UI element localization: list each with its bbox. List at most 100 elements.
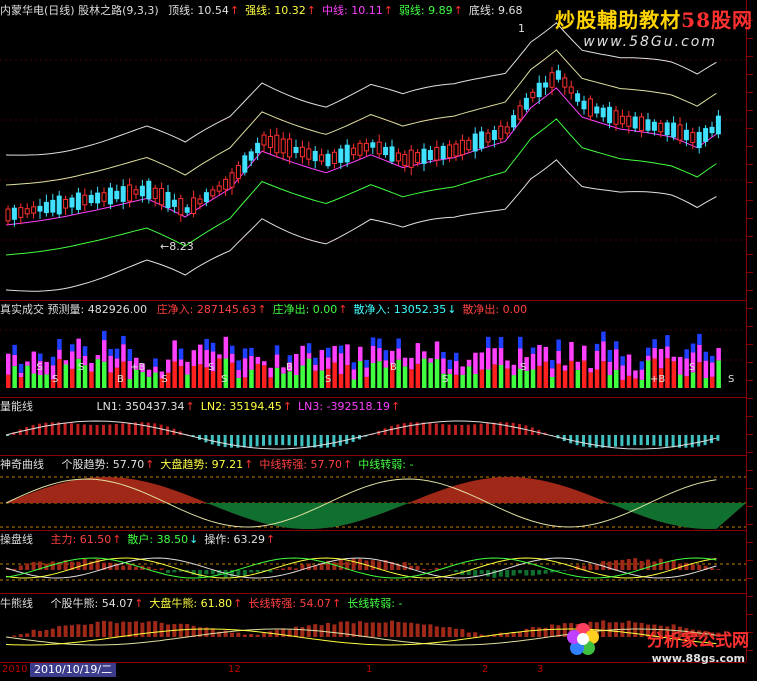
energy-bar [409,422,412,435]
volume-signal-label: S [689,362,695,373]
candle-body [166,192,170,207]
energy-bar [326,435,329,448]
candle-body [153,188,157,198]
trade-bar [716,569,720,570]
volume-bar [710,377,715,388]
volume-bar [108,349,113,356]
trade-bar [627,559,631,570]
candle-body [256,143,260,152]
volume-bar [467,366,472,388]
volume-bar [38,354,43,361]
trade-panel[interactable]: 操盘线 主力: 61.50↑散户: 38.50↓操作: 63.29↑ [0,530,757,593]
volume-bar [697,345,702,362]
axis-tick [747,362,753,363]
candle-body [403,155,407,166]
watermark-top-text: 炒股輔助教材 [555,8,681,32]
trade-bar [32,562,36,570]
energy-bar [633,435,636,445]
trade-bar [288,567,292,570]
bull-bar [160,623,164,637]
curve-title: 神奇曲线 [0,458,44,471]
volume-bar [704,378,709,388]
volume-bar [441,352,446,359]
candle-body [121,187,125,202]
candle-body [710,127,714,132]
trade-value-2: 操作: 63.29 [204,533,265,546]
energy-bar [396,424,399,435]
trade-value-1: 散户: 38.50 [127,533,188,546]
bull-panel[interactable]: 牛熊线 个股牛熊: 54.07↑大盘牛熊: 61.80↑长线转强: 54.07↑… [0,593,757,662]
volume-bar [371,337,376,345]
bull-bar [460,629,464,637]
volume-bar [358,347,363,361]
curve-arrow-0: ↑ [145,458,154,471]
energy-bar [320,435,323,448]
energy-bar [204,435,207,442]
axis-tick [747,416,753,417]
candle-body [243,156,247,172]
energy-panel[interactable]: 量能线 LN1: 350437.34↑LN2: 35194.45↑LN3: -3… [0,397,757,455]
main-arrow-2: ↑ [384,4,393,17]
main-arrow-0: ↑ [230,4,239,17]
trade-bar [422,569,426,570]
candle-body [204,193,208,202]
candle-body [364,143,368,151]
volume-signal-label: S [78,362,84,373]
volume-panel[interactable]: SSSB+BSSSBSBSS+BSS 真实成交 预测量: 482926.00 庄… [0,300,757,397]
volume-bar [300,346,305,366]
energy-bar [262,435,265,446]
volume-bar [70,369,75,388]
trade-value-0: 主力: 61.50 [51,533,112,546]
axis-tick [747,380,753,381]
trade-bar [518,570,522,573]
axis-tick [747,236,753,237]
volume-signal-label: S [325,374,331,385]
candle-body [518,106,522,119]
energy-bar [275,435,278,445]
volume-bar [505,369,510,388]
volume-bar [230,354,235,363]
watermark-bottom: 分析家公式网 [647,626,749,651]
main-value-4: 底线: 9.68 [469,4,523,17]
energy-bar [569,435,572,443]
curve-value-3: 中线转弱: - [358,458,413,471]
trade-bar [25,563,29,570]
volume-bar [320,371,325,388]
volume-bar [236,360,241,370]
volume-bar [64,360,69,364]
candle-body [499,126,503,139]
price-axis[interactable] [746,0,747,662]
volume-signal-label: S [208,362,214,373]
axis-tick [747,470,753,471]
volume-bar [435,359,440,388]
energy-bar [505,422,508,435]
volume-signal-label: S [161,374,167,385]
candle-body [588,99,592,116]
candle-body [460,140,464,154]
candle-body [646,120,650,130]
bull-bar [601,620,605,637]
kline-indicator-values: 顶线: 10.54↑强线: 10.32↑中线: 10.11↑弱线: 9.89↑底… [168,4,528,17]
volume-bar [153,367,158,373]
curve-indicator-values: 个股趋势: 57.70↑大盘趋势: 97.21↑中线转强: 57.70↑中线转弱… [62,458,420,471]
watermark-bottom-url: www.88gs.com [652,652,745,665]
energy-bar [403,423,406,435]
energy-value-2: LN3: -392518.19 [298,400,390,413]
volume-bar [672,357,677,362]
candle-body [486,133,490,142]
bull-bar [83,625,87,637]
energy-bar [96,425,99,435]
candle-body [377,142,381,154]
curve-panel[interactable]: 神奇曲线 个股趋势: 57.70↑大盘趋势: 97.21↑中线转强: 57.70… [0,455,757,530]
bull-bar [236,633,240,637]
energy-bar [268,435,271,445]
energy-bar [70,423,73,435]
trade-bar [531,570,535,576]
volume-bar [268,368,273,378]
flower-logo-icon [566,622,600,656]
volume-bar [25,366,30,388]
volume-bar [288,371,293,388]
volume-signal-label: S [520,362,526,373]
volume-bar [576,370,581,388]
volume-bar [403,366,408,388]
